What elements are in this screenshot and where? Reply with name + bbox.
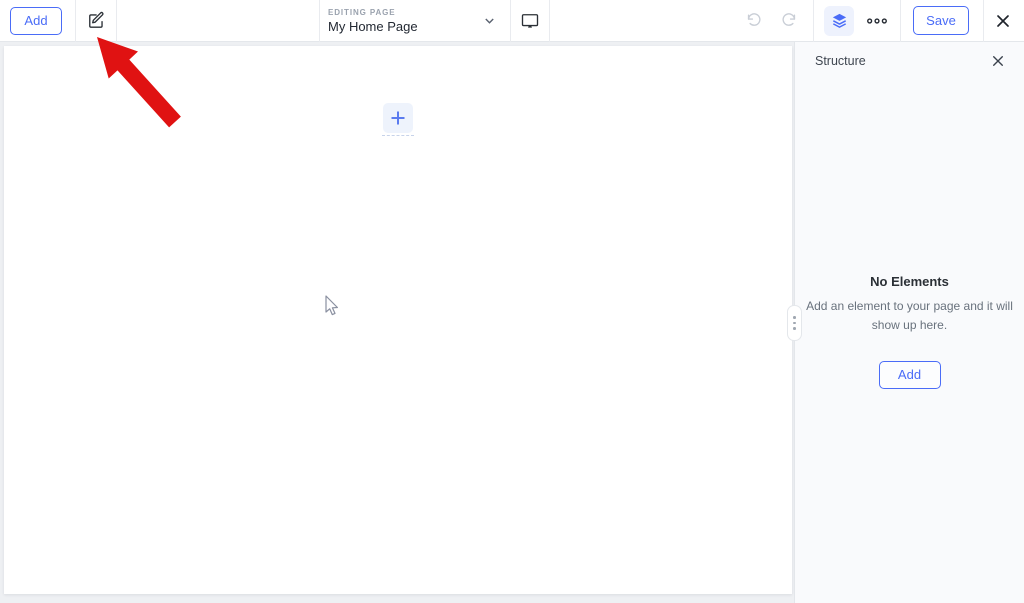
toolbar-divider	[549, 0, 550, 42]
close-icon	[996, 14, 1010, 28]
undo-button[interactable]	[735, 3, 771, 39]
structure-empty-state: No Elements Add an element to your page …	[795, 60, 1024, 603]
empty-container-outline	[382, 135, 414, 136]
editing-page-label: EDITING PAGE	[328, 8, 485, 17]
toolbar-divider	[813, 0, 814, 42]
responsive-mode-button[interactable]	[511, 3, 549, 39]
toolbar-divider	[900, 0, 901, 42]
canvas-area	[0, 42, 794, 603]
redo-button[interactable]	[771, 3, 807, 39]
page-switcher[interactable]: EDITING PAGE My Home Page	[320, 0, 510, 42]
add-button[interactable]: Add	[10, 7, 62, 35]
chevron-down-icon	[485, 18, 494, 24]
empty-state-description: Add an element to your page and it will …	[799, 297, 1020, 334]
more-options-button[interactable]	[862, 3, 892, 39]
redo-icon	[781, 12, 798, 29]
plus-icon	[390, 110, 406, 126]
structure-add-button[interactable]: Add	[879, 361, 941, 389]
desktop-icon	[520, 11, 540, 31]
panel-drag-handle[interactable]	[787, 305, 802, 341]
exit-editor-button[interactable]	[988, 3, 1018, 39]
page-canvas[interactable]	[4, 46, 792, 594]
edit-icon	[87, 11, 106, 30]
save-button[interactable]: Save	[913, 6, 969, 35]
structure-panel: Structure No Elements Add an element to …	[794, 42, 1024, 603]
structure-panel-toggle[interactable]	[824, 6, 854, 36]
toolbar-divider	[116, 0, 117, 42]
layers-icon	[830, 11, 849, 30]
empty-state-title: No Elements	[870, 274, 949, 289]
toolbar-divider	[75, 0, 76, 42]
more-options-icon	[866, 17, 888, 25]
page-name: My Home Page	[328, 19, 485, 34]
top-toolbar: Add EDITING PAGE My Home Page	[0, 0, 1024, 42]
toolbar-divider	[983, 0, 984, 42]
edit-page-button[interactable]	[78, 3, 114, 39]
undo-icon	[745, 12, 762, 29]
add-element-button[interactable]	[383, 103, 413, 133]
